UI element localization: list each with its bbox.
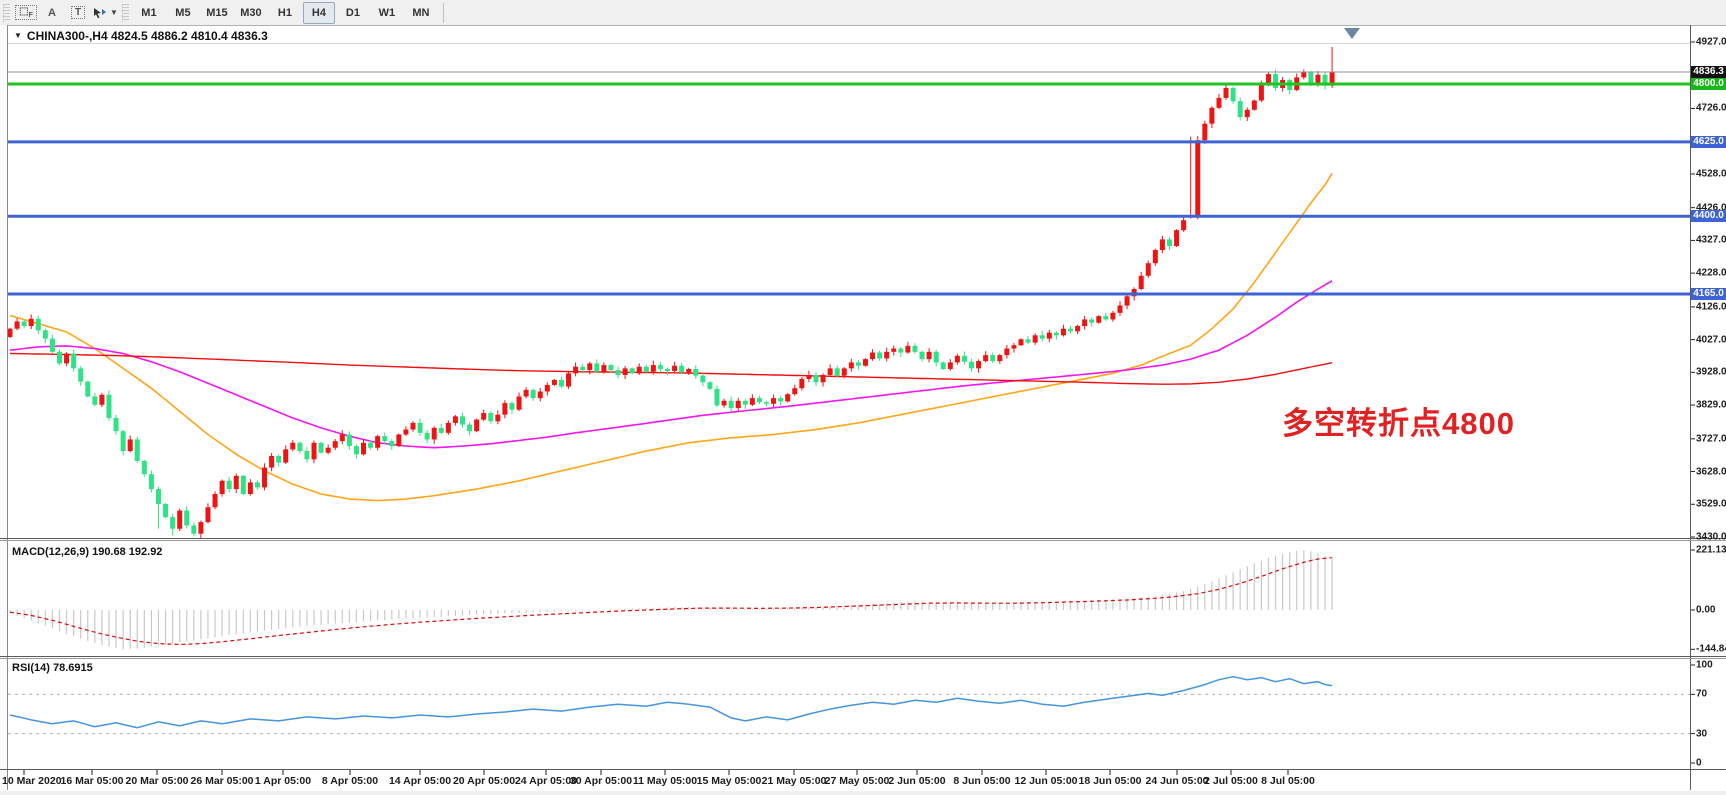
macd-tick-label: 0.00 bbox=[1696, 605, 1715, 616]
annotation-text[interactable]: 多空转折点4800 bbox=[1282, 398, 1515, 443]
symbol-ohlc-text: CHINA300-,H4 4824.5 4886.2 4810.4 4836.3 bbox=[27, 29, 268, 43]
rsi-tick-label: 70 bbox=[1696, 689, 1707, 700]
date-tick-label: 10 Mar 2020 bbox=[2, 775, 62, 787]
blue-level-badge: 4400.0 bbox=[1691, 210, 1726, 222]
panel-separator[interactable] bbox=[0, 538, 1726, 539]
price-tick-label: 3628.0 bbox=[1696, 466, 1726, 477]
macd-tick-label: 221.13 bbox=[1696, 545, 1726, 556]
price-tick-label: 4126.0 bbox=[1696, 301, 1726, 312]
cursor-arrow-icon bbox=[1344, 28, 1360, 39]
date-tick-label: 1 Apr 05:00 bbox=[255, 775, 311, 787]
price-tick-label: 4228.0 bbox=[1696, 268, 1726, 279]
date-tick-label: 12 Jun 05:00 bbox=[1014, 775, 1077, 787]
macd-label[interactable]: MACD(12,26,9) 190.68 192.92 bbox=[12, 546, 162, 558]
date-tick-label: 30 Apr 05:00 bbox=[570, 775, 632, 787]
window-bottom-edge bbox=[0, 791, 1726, 795]
current-price-badge: 4836.3 bbox=[1691, 66, 1726, 78]
price-tick-label: 4726.0 bbox=[1696, 103, 1726, 114]
date-tick-label: 2 Jun 05:00 bbox=[888, 775, 945, 787]
rsi-tick-label: 0 bbox=[1696, 758, 1702, 769]
date-tick-label: 14 Apr 05:00 bbox=[389, 775, 451, 787]
date-tick-label: 26 Mar 05:00 bbox=[190, 775, 253, 787]
panel-separator[interactable] bbox=[0, 656, 1726, 657]
price-tick-label: 4927.0 bbox=[1696, 37, 1726, 48]
rsi-tick-label: 30 bbox=[1696, 728, 1707, 739]
date-tick-label: 8 Jun 05:00 bbox=[953, 775, 1010, 787]
symbol-ohlc-line[interactable]: ▼ CHINA300-,H4 4824.5 4886.2 4810.4 4836.… bbox=[14, 29, 268, 43]
mt4-terminal: ⬚F A T ▼ M1M5M15M30H1H4D1W1MN ▼CHINA300-… bbox=[0, 0, 1726, 795]
macd-tick-label: -144.84 bbox=[1696, 644, 1726, 655]
price-tick-label: 4027.0 bbox=[1696, 334, 1726, 345]
rsi-tick-label: 100 bbox=[1696, 660, 1713, 671]
price-tick-label: 3430.0 bbox=[1696, 532, 1726, 543]
green-level-badge: 4800.0 bbox=[1691, 78, 1726, 90]
panel-separator-shadow bbox=[0, 540, 1726, 541]
date-tick-label: 21 May 05:00 bbox=[762, 775, 827, 787]
price-tick-label: 4327.0 bbox=[1696, 235, 1726, 246]
price-tick-label: 4528.0 bbox=[1696, 168, 1726, 179]
blue-level-badge: 4165.0 bbox=[1691, 288, 1726, 300]
rsi-label[interactable]: RSI(14) 78.6915 bbox=[12, 662, 93, 674]
date-tick-label: 18 Jun 05:00 bbox=[1078, 775, 1141, 787]
blue-level-badge: 4625.0 bbox=[1691, 136, 1726, 148]
date-tick-label: 24 Jun 05:00 bbox=[1145, 775, 1208, 787]
date-tick-label: 27 May 05:00 bbox=[825, 775, 890, 787]
price-tick-label: 3928.0 bbox=[1696, 367, 1726, 378]
date-tick-label: 8 Jul 05:00 bbox=[1261, 775, 1315, 787]
panel-separator-shadow bbox=[0, 658, 1726, 659]
panel-left-gutter bbox=[0, 25, 8, 790]
price-tick-label: 3529.0 bbox=[1696, 499, 1726, 510]
date-axis-border bbox=[0, 769, 1726, 770]
date-tick-label: 20 Apr 05:00 bbox=[453, 775, 515, 787]
date-tick-label: 11 May 05:00 bbox=[633, 775, 697, 787]
date-tick-label: 2 Jul 05:00 bbox=[1204, 775, 1258, 787]
date-tick-label: 8 Apr 05:00 bbox=[322, 775, 378, 787]
chevron-down-icon: ▼ bbox=[14, 31, 22, 40]
date-tick-label: 20 Mar 05:00 bbox=[125, 775, 188, 787]
price-tick-label: 3829.0 bbox=[1696, 400, 1726, 411]
date-tick-label: 16 Mar 05:00 bbox=[60, 775, 123, 787]
date-tick-label: 15 May 05:00 bbox=[697, 775, 762, 787]
date-tick-label: 24 Apr 05:00 bbox=[515, 775, 577, 787]
price-tick-label: 3727.0 bbox=[1696, 433, 1726, 444]
